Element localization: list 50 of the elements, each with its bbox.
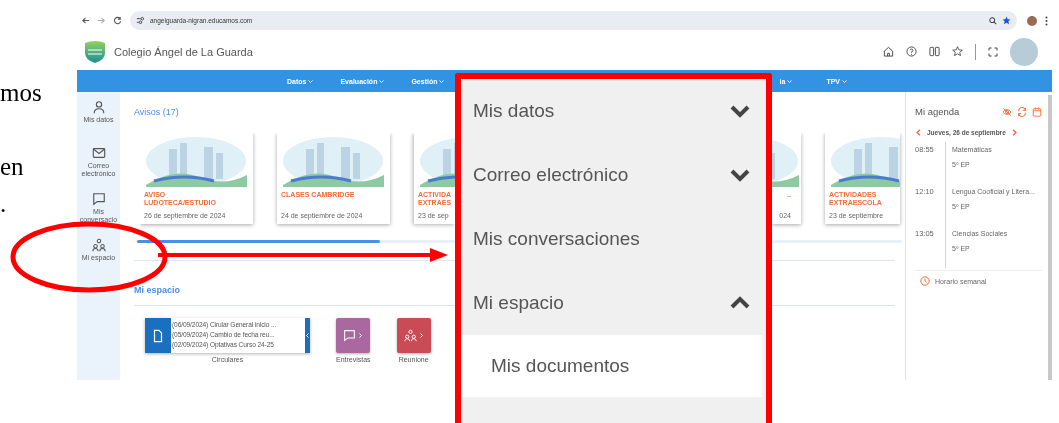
forward-icon[interactable] <box>97 16 106 25</box>
chevron-icon <box>418 333 424 338</box>
clock-icon <box>920 276 930 286</box>
help-icon[interactable] <box>906 46 917 57</box>
people-icon <box>91 238 106 252</box>
star-icon[interactable] <box>952 46 963 57</box>
menu-item[interactable]: Mi espacio <box>461 271 766 335</box>
menu-item[interactable]: Mis datos <box>461 79 766 143</box>
calendar-icon[interactable] <box>1032 106 1042 117</box>
chat-icon <box>343 329 357 342</box>
scrollbar[interactable] <box>1048 95 1052 380</box>
chevron-icon <box>358 333 364 338</box>
widget-tile[interactable] <box>396 318 431 353</box>
caret-icon <box>439 78 445 84</box>
school-logo <box>84 39 106 64</box>
document-text: . <box>0 189 8 219</box>
person-icon <box>91 100 106 114</box>
refresh-icon[interactable] <box>1017 106 1027 117</box>
section-title: Avisos (17) <box>134 107 179 117</box>
zoom-icon[interactable] <box>989 16 997 25</box>
back-icon[interactable] <box>81 16 90 25</box>
previous-day-icon[interactable] <box>915 129 922 136</box>
submenu-item[interactable]: Mis documentos <box>462 335 762 397</box>
site-settings-icon[interactable] <box>136 16 145 25</box>
document-icon <box>151 328 165 343</box>
envelope-icon <box>91 146 106 160</box>
next-day-icon[interactable] <box>1010 129 1018 136</box>
profile-avatar[interactable] <box>1027 15 1037 26</box>
caret-icon <box>842 78 847 84</box>
bookmark-star-icon[interactable] <box>1002 16 1011 25</box>
menu-item[interactable]: Mis conversaciones <box>461 207 766 271</box>
chat-icon <box>91 192 106 206</box>
home-icon[interactable] <box>883 46 894 57</box>
document-text: en <box>0 152 25 182</box>
menu-item[interactable]: Correo electrónico <box>461 143 766 207</box>
school-title: Colegio Ángel de La Guarda <box>114 45 254 58</box>
agenda-title: Mi agenda <box>915 106 961 117</box>
reload-icon[interactable] <box>113 16 122 25</box>
chevron-icon <box>305 333 310 338</box>
people-icon <box>403 329 417 342</box>
fullscreen-icon[interactable] <box>988 46 998 57</box>
document-text: mos <box>0 78 43 108</box>
eye-off-icon[interactable] <box>1002 106 1012 117</box>
caret-icon <box>787 78 793 84</box>
caret-icon <box>308 78 314 84</box>
columns-icon[interactable] <box>929 46 940 57</box>
caret-icon <box>379 78 385 84</box>
more-icon[interactable] <box>1045 15 1048 26</box>
section-title: Mi espacio <box>134 285 180 295</box>
widget-tile[interactable] <box>336 318 371 353</box>
